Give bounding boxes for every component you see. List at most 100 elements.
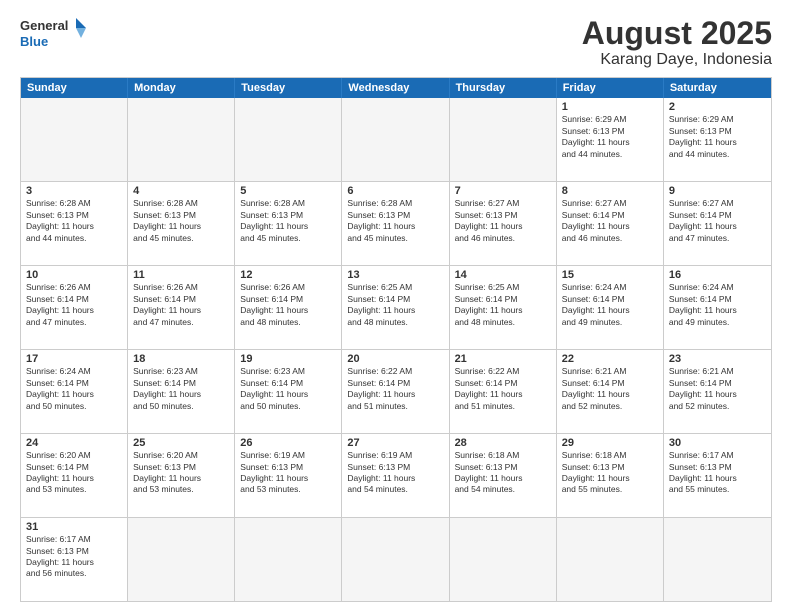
cal-day-29: 29Sunrise: 6:18 AMSunset: 6:13 PMDayligh… [557,434,664,517]
day-info: Sunrise: 6:26 AMSunset: 6:14 PMDaylight:… [133,282,201,326]
day-info: Sunrise: 6:28 AMSunset: 6:13 PMDaylight:… [133,198,201,242]
day-number: 14 [455,269,551,281]
cal-empty-5-6 [664,518,771,601]
cal-day-26: 26Sunrise: 6:19 AMSunset: 6:13 PMDayligh… [235,434,342,517]
day-info: Sunrise: 6:19 AMSunset: 6:13 PMDaylight:… [347,450,415,494]
day-number: 12 [240,269,336,281]
day-number: 18 [133,353,229,365]
day-info: Sunrise: 6:29 AMSunset: 6:13 PMDaylight:… [562,114,630,158]
day-number: 4 [133,185,229,197]
cal-empty-0-0 [21,98,128,181]
day-number: 9 [669,185,766,197]
cal-header-tuesday: Tuesday [235,78,342,98]
day-number: 16 [669,269,766,281]
cal-header-wednesday: Wednesday [342,78,449,98]
day-info: Sunrise: 6:29 AMSunset: 6:13 PMDaylight:… [669,114,737,158]
cal-empty-0-2 [235,98,342,181]
day-info: Sunrise: 6:23 AMSunset: 6:14 PMDaylight:… [240,366,308,410]
cal-day-11: 11Sunrise: 6:26 AMSunset: 6:14 PMDayligh… [128,266,235,349]
cal-empty-5-5 [557,518,664,601]
cal-empty-5-1 [128,518,235,601]
cal-day-22: 22Sunrise: 6:21 AMSunset: 6:14 PMDayligh… [557,350,664,433]
day-info: Sunrise: 6:18 AMSunset: 6:13 PMDaylight:… [562,450,630,494]
day-info: Sunrise: 6:27 AMSunset: 6:14 PMDaylight:… [669,198,737,242]
day-info: Sunrise: 6:25 AMSunset: 6:14 PMDaylight:… [347,282,415,326]
day-number: 10 [26,269,122,281]
title-block: August 2025 Karang Daye, Indonesia [582,16,772,69]
cal-week-6: 31Sunrise: 6:17 AMSunset: 6:13 PMDayligh… [21,517,771,601]
day-number: 15 [562,269,658,281]
day-number: 7 [455,185,551,197]
day-number: 30 [669,437,766,449]
day-info: Sunrise: 6:22 AMSunset: 6:14 PMDaylight:… [347,366,415,410]
cal-day-28: 28Sunrise: 6:18 AMSunset: 6:13 PMDayligh… [450,434,557,517]
cal-day-27: 27Sunrise: 6:19 AMSunset: 6:13 PMDayligh… [342,434,449,517]
day-info: Sunrise: 6:18 AMSunset: 6:13 PMDaylight:… [455,450,523,494]
cal-week-1: 1Sunrise: 6:29 AMSunset: 6:13 PMDaylight… [21,98,771,181]
cal-day-30: 30Sunrise: 6:17 AMSunset: 6:13 PMDayligh… [664,434,771,517]
day-info: Sunrise: 6:24 AMSunset: 6:14 PMDaylight:… [669,282,737,326]
day-info: Sunrise: 6:28 AMSunset: 6:13 PMDaylight:… [240,198,308,242]
day-info: Sunrise: 6:19 AMSunset: 6:13 PMDaylight:… [240,450,308,494]
day-number: 22 [562,353,658,365]
cal-empty-5-3 [342,518,449,601]
cal-day-20: 20Sunrise: 6:22 AMSunset: 6:14 PMDayligh… [342,350,449,433]
cal-day-31: 31Sunrise: 6:17 AMSunset: 6:13 PMDayligh… [21,518,128,601]
day-number: 28 [455,437,551,449]
day-info: Sunrise: 6:21 AMSunset: 6:14 PMDaylight:… [669,366,737,410]
day-info: Sunrise: 6:26 AMSunset: 6:14 PMDaylight:… [26,282,94,326]
day-number: 11 [133,269,229,281]
day-info: Sunrise: 6:22 AMSunset: 6:14 PMDaylight:… [455,366,523,410]
day-info: Sunrise: 6:24 AMSunset: 6:14 PMDaylight:… [26,366,94,410]
cal-header-saturday: Saturday [664,78,771,98]
day-number: 13 [347,269,443,281]
cal-day-14: 14Sunrise: 6:25 AMSunset: 6:14 PMDayligh… [450,266,557,349]
cal-week-4: 17Sunrise: 6:24 AMSunset: 6:14 PMDayligh… [21,349,771,433]
cal-day-3: 3Sunrise: 6:28 AMSunset: 6:13 PMDaylight… [21,182,128,265]
cal-day-7: 7Sunrise: 6:27 AMSunset: 6:13 PMDaylight… [450,182,557,265]
cal-day-23: 23Sunrise: 6:21 AMSunset: 6:14 PMDayligh… [664,350,771,433]
day-info: Sunrise: 6:24 AMSunset: 6:14 PMDaylight:… [562,282,630,326]
cal-day-18: 18Sunrise: 6:23 AMSunset: 6:14 PMDayligh… [128,350,235,433]
cal-day-6: 6Sunrise: 6:28 AMSunset: 6:13 PMDaylight… [342,182,449,265]
day-info: Sunrise: 6:28 AMSunset: 6:13 PMDaylight:… [26,198,94,242]
cal-day-15: 15Sunrise: 6:24 AMSunset: 6:14 PMDayligh… [557,266,664,349]
svg-text:General: General [20,18,68,33]
day-number: 6 [347,185,443,197]
day-info: Sunrise: 6:28 AMSunset: 6:13 PMDaylight:… [347,198,415,242]
day-info: Sunrise: 6:20 AMSunset: 6:14 PMDaylight:… [26,450,94,494]
cal-day-10: 10Sunrise: 6:26 AMSunset: 6:14 PMDayligh… [21,266,128,349]
cal-day-9: 9Sunrise: 6:27 AMSunset: 6:14 PMDaylight… [664,182,771,265]
header: General Blue August 2025 Karang Daye, In… [20,16,772,69]
cal-day-19: 19Sunrise: 6:23 AMSunset: 6:14 PMDayligh… [235,350,342,433]
day-number: 1 [562,101,658,113]
cal-day-24: 24Sunrise: 6:20 AMSunset: 6:14 PMDayligh… [21,434,128,517]
day-number: 21 [455,353,551,365]
day-number: 25 [133,437,229,449]
day-number: 29 [562,437,658,449]
cal-day-12: 12Sunrise: 6:26 AMSunset: 6:14 PMDayligh… [235,266,342,349]
calendar-subtitle: Karang Daye, Indonesia [582,51,772,69]
cal-empty-0-1 [128,98,235,181]
cal-empty-5-2 [235,518,342,601]
cal-day-2: 2Sunrise: 6:29 AMSunset: 6:13 PMDaylight… [664,98,771,181]
day-number: 27 [347,437,443,449]
day-info: Sunrise: 6:26 AMSunset: 6:14 PMDaylight:… [240,282,308,326]
day-number: 17 [26,353,122,365]
cal-week-2: 3Sunrise: 6:28 AMSunset: 6:13 PMDaylight… [21,181,771,265]
cal-day-25: 25Sunrise: 6:20 AMSunset: 6:13 PMDayligh… [128,434,235,517]
calendar-body: 1Sunrise: 6:29 AMSunset: 6:13 PMDaylight… [21,98,771,601]
cal-header-friday: Friday [557,78,664,98]
day-info: Sunrise: 6:17 AMSunset: 6:13 PMDaylight:… [669,450,737,494]
day-info: Sunrise: 6:20 AMSunset: 6:13 PMDaylight:… [133,450,201,494]
cal-day-1: 1Sunrise: 6:29 AMSunset: 6:13 PMDaylight… [557,98,664,181]
calendar-header-row: SundayMondayTuesdayWednesdayThursdayFrid… [21,78,771,98]
day-number: 20 [347,353,443,365]
cal-week-5: 24Sunrise: 6:20 AMSunset: 6:14 PMDayligh… [21,433,771,517]
cal-week-3: 10Sunrise: 6:26 AMSunset: 6:14 PMDayligh… [21,265,771,349]
page: General Blue August 2025 Karang Daye, In… [0,0,792,612]
day-number: 26 [240,437,336,449]
svg-text:Blue: Blue [20,34,48,49]
day-number: 2 [669,101,766,113]
logo: General Blue [20,16,90,52]
